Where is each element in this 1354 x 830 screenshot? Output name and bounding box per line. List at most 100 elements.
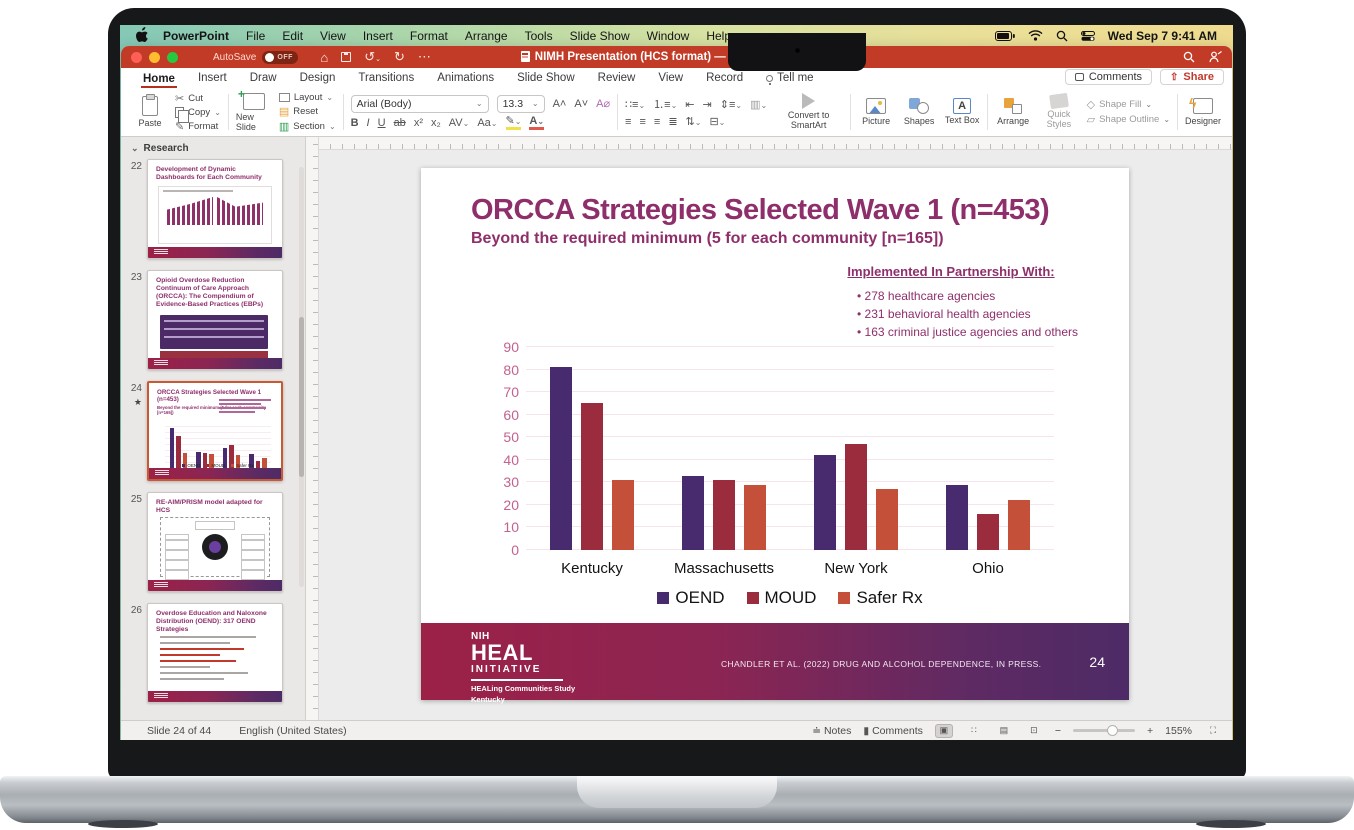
close-window-button[interactable] (131, 52, 142, 63)
menu-item-edit[interactable]: Edit (282, 29, 303, 43)
quick-styles-button[interactable]: Quick Styles (1038, 94, 1080, 130)
tab-transitions[interactable]: Transitions (356, 70, 416, 88)
fit-to-window-button[interactable]: ⛶ (1204, 724, 1222, 738)
menu-item-view[interactable]: View (320, 29, 346, 43)
slide-title[interactable]: ORCCA Strategies Selected Wave 1 (n=453) (471, 194, 1091, 227)
menu-item-arrange[interactable]: Arrange (465, 29, 508, 43)
normal-view-button[interactable]: ▣ (935, 724, 953, 738)
font-size-select[interactable]: 13.3⌄ (497, 95, 545, 113)
justify-button[interactable]: ≣ (668, 115, 677, 128)
zoom-in-button[interactable]: + (1147, 725, 1153, 737)
bar-oend-kentucky[interactable] (550, 367, 572, 550)
copy-button[interactable]: Copy ⌄ (175, 107, 221, 118)
arrange-button[interactable]: Arrange (995, 98, 1031, 126)
slide-26-thumbnail[interactable]: Overdose Education and Naloxone Distribu… (147, 603, 283, 703)
zoom-slider[interactable] (1073, 729, 1135, 732)
tab-review[interactable]: Review (596, 70, 638, 88)
tab-view[interactable]: View (656, 70, 685, 88)
tab-record[interactable]: Record (704, 70, 745, 88)
notes-toggle[interactable]: ≐ Notes (812, 725, 851, 737)
picture-button[interactable]: Picture (858, 98, 894, 126)
font-name-select[interactable]: Arial (Body)⌄ (351, 95, 489, 113)
chart-legend[interactable]: OEND MOUD Safer Rx (526, 588, 1054, 608)
save-icon[interactable] (341, 52, 351, 62)
subscript-button[interactable]: x₂ (431, 117, 441, 129)
text-highlight-button[interactable]: ✎⌄ (506, 116, 522, 130)
shape-outline-button[interactable]: ▱Shape Outline ⌄ (1087, 113, 1170, 126)
spotlight-search-icon[interactable] (1056, 30, 1068, 42)
search-icon[interactable] (1183, 51, 1195, 63)
share-button[interactable]: ⇧Share (1160, 69, 1224, 85)
new-slide-button[interactable]: New Slide (236, 93, 272, 132)
bold-button[interactable]: B (351, 117, 359, 129)
menu-item-slide-show[interactable]: Slide Show (570, 29, 630, 43)
superscript-button[interactable]: x² (414, 117, 423, 129)
slide-23-thumbnail[interactable]: Opioid Overdose Reduction Continuum of C… (147, 270, 283, 370)
shape-fill-button[interactable]: ◇Shape Fill ⌄ (1087, 98, 1170, 111)
increase-indent-button[interactable]: ⇥ (703, 98, 712, 111)
change-case-button[interactable]: Aa⌄ (477, 117, 497, 129)
bar-moud-ohio[interactable] (977, 514, 999, 550)
designer-button[interactable]: Designer (1185, 98, 1221, 126)
paste-button[interactable]: Paste (132, 96, 168, 128)
text-direction-button[interactable]: ⇅⌄ (686, 115, 702, 128)
slideshow-view-button[interactable]: ⊡ (1025, 724, 1043, 738)
increase-font-button[interactable]: A˄ (553, 98, 567, 110)
bar-oend-new-york[interactable] (814, 455, 836, 550)
tab-insert[interactable]: Insert (196, 70, 229, 88)
line-spacing-button[interactable]: ⇕≡⌄ (720, 98, 742, 111)
decrease-font-button[interactable]: A˅ (574, 98, 588, 110)
bar-moud-massachusetts[interactable] (713, 480, 735, 550)
menu-item-tools[interactable]: Tools (525, 29, 553, 43)
slide-subtitle[interactable]: Beyond the required minimum (5 for each … (471, 230, 1091, 248)
align-left-button[interactable]: ≡ (625, 116, 631, 128)
bar-oend-massachusetts[interactable] (682, 476, 704, 550)
home-icon[interactable]: ⌂ (320, 50, 328, 65)
convert-smartart-button[interactable]: Convert to SmartArt (774, 93, 843, 131)
menu-item-insert[interactable]: Insert (363, 29, 393, 43)
legend-item-safer-rx[interactable]: Safer Rx (838, 588, 922, 608)
layout-button[interactable]: Layout ⌄ (279, 92, 336, 103)
zoom-out-button[interactable]: − (1055, 725, 1061, 737)
bar-oend-ohio[interactable] (946, 485, 968, 550)
zoom-window-button[interactable] (167, 52, 178, 63)
decrease-indent-button[interactable]: ⇤ (685, 98, 694, 111)
slide-footer-banner[interactable]: NIH HEAL INITIATIVE HEALing Communities … (421, 623, 1129, 700)
align-center-button[interactable]: ≡ (639, 116, 645, 128)
bar-moud-kentucky[interactable] (581, 403, 603, 550)
undo-icon[interactable]: ↺⌄ (364, 49, 381, 65)
cut-button[interactable]: ✂Cut (175, 92, 221, 105)
tab-slide-show[interactable]: Slide Show (515, 70, 577, 88)
redo-icon[interactable]: ↻ (394, 49, 405, 65)
sidebar-scrollbar-thumb[interactable] (299, 317, 304, 477)
text-box-button[interactable]: AText Box (944, 98, 980, 126)
bar-moud-new-york[interactable] (845, 444, 867, 550)
contact-share-icon[interactable] (1209, 51, 1222, 63)
character-spacing-button[interactable]: AV⌄ (449, 117, 470, 129)
strikethrough-button[interactable]: ab (394, 117, 406, 129)
reset-button[interactable]: ▤Reset (279, 105, 336, 118)
align-text-button[interactable]: ⊟⌄ (709, 115, 725, 128)
bar-safer-rx-massachusetts[interactable] (744, 485, 766, 550)
tab-draw[interactable]: Draw (248, 70, 279, 88)
shapes-button[interactable]: Shapes (901, 98, 937, 126)
comments-toggle[interactable]: ▮ Comments (863, 725, 922, 737)
tab-design[interactable]: Design (298, 70, 338, 88)
legend-item-moud[interactable]: MOUD (747, 588, 817, 608)
apple-icon[interactable] (136, 27, 149, 42)
more-commands-icon[interactable]: ⋯ (418, 49, 431, 65)
reading-view-button[interactable]: ▤ (995, 724, 1013, 738)
bullets-button[interactable]: ∷≡⌄ (625, 98, 645, 111)
minimize-window-button[interactable] (149, 52, 160, 63)
section-button[interactable]: ▥Section ⌄ (279, 120, 336, 133)
bar-safer-rx-kentucky[interactable] (612, 480, 634, 550)
autosave-toggle[interactable]: AutoSave OFF (213, 51, 298, 64)
zoom-percentage[interactable]: 155% (1165, 725, 1192, 737)
menu-item-file[interactable]: File (246, 29, 265, 43)
columns-button[interactable]: ▥⌄ (750, 98, 767, 111)
section-header[interactable]: ⌄Research (121, 140, 305, 159)
bar-safer-rx-new-york[interactable] (876, 489, 898, 550)
control-center-icon[interactable] (1081, 31, 1095, 41)
legend-item-oend[interactable]: OEND (657, 588, 724, 608)
align-right-button[interactable]: ≡ (654, 116, 660, 128)
